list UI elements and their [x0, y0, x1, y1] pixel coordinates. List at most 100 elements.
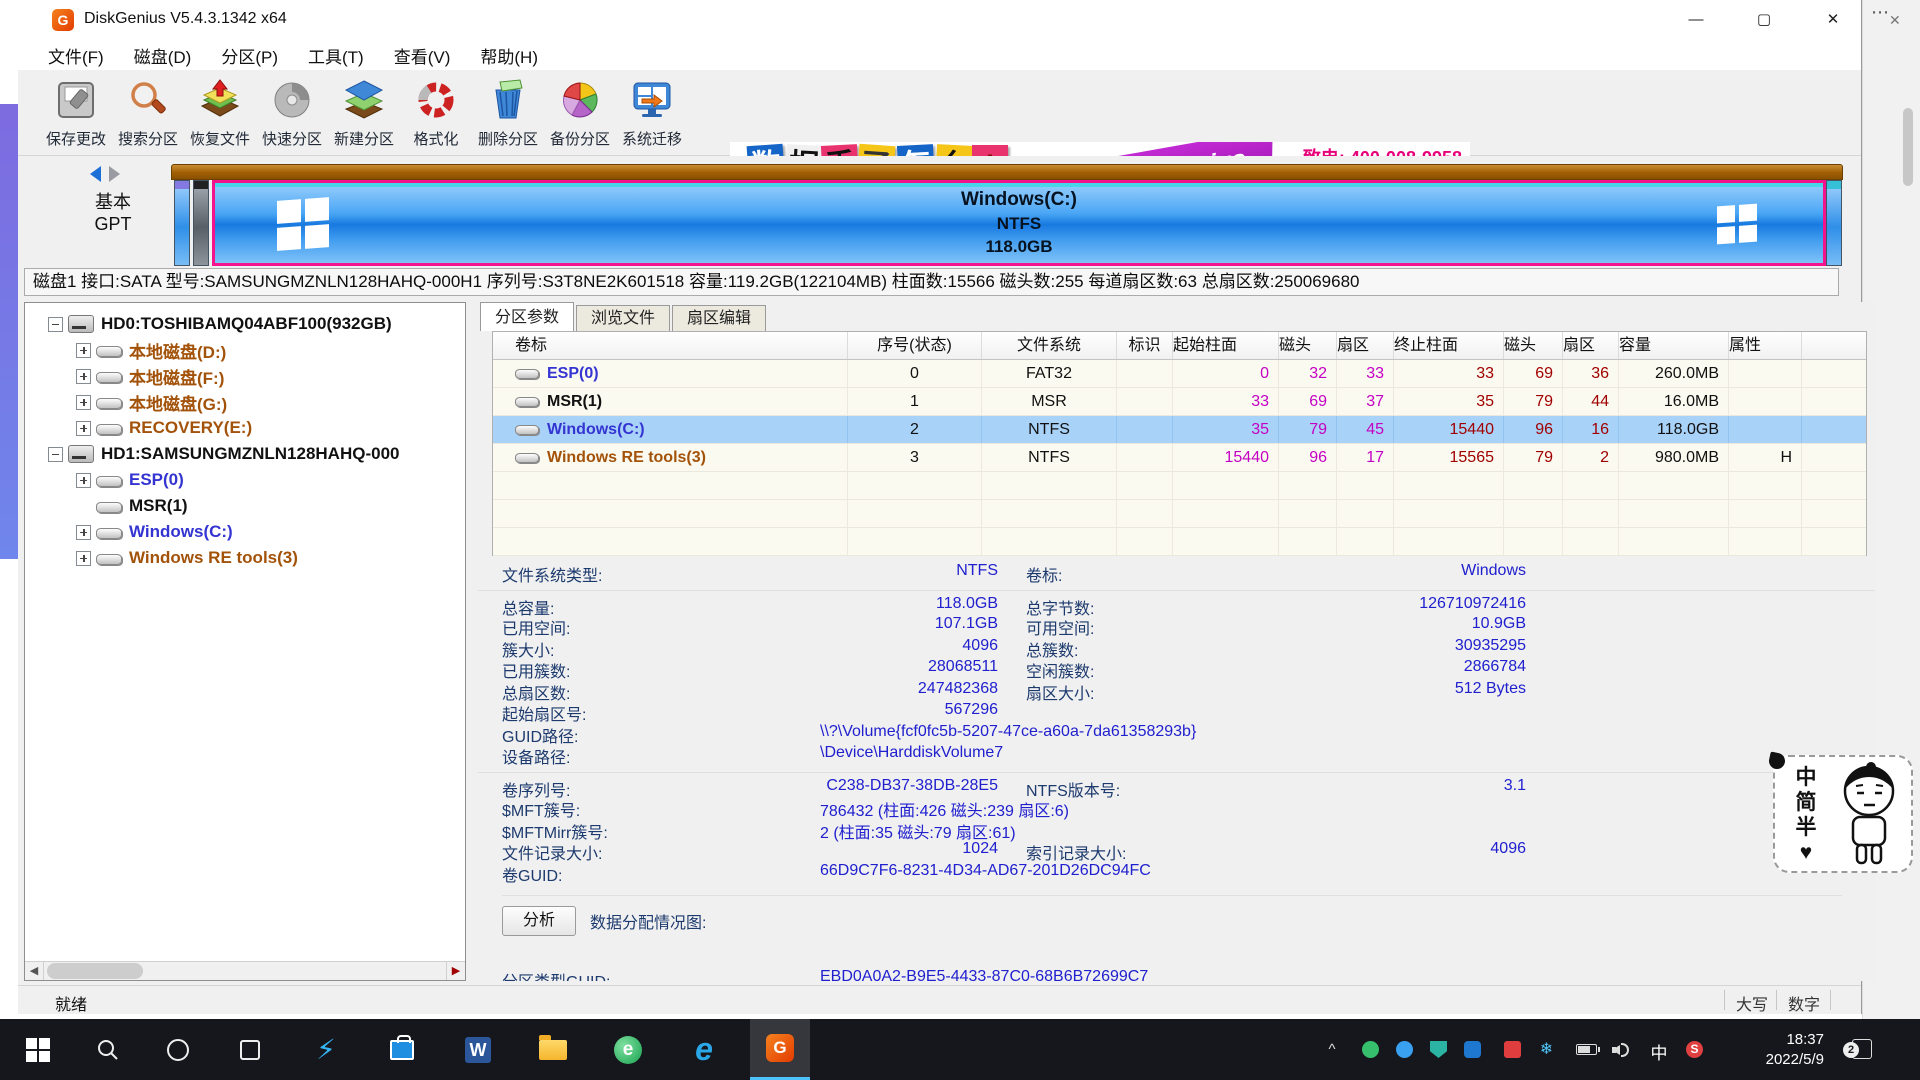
- tree-item[interactable]: Windows RE tools(3): [25, 545, 465, 571]
- tray-icon-sogou[interactable]: S: [1686, 1041, 1703, 1058]
- taskbar-clock[interactable]: 18:37 2022/5/9: [1726, 1030, 1824, 1070]
- tree-item[interactable]: ESP(0): [25, 467, 465, 493]
- format-button[interactable]: 格式化: [400, 70, 472, 154]
- scrollbar-thumb[interactable]: [47, 963, 143, 979]
- volume-icon[interactable]: [1612, 1040, 1632, 1060]
- scroll-left-arrow-icon[interactable]: ◀: [25, 962, 44, 980]
- system-migration-button[interactable]: 系统迁移: [616, 70, 688, 154]
- taskbar-app-file-explorer[interactable]: [523, 1019, 583, 1080]
- table-row[interactable]: Windows RE tools(3) 3 NTFS 15440 96 17 1…: [493, 444, 1866, 472]
- minimize-button[interactable]: —: [1668, 0, 1724, 40]
- tree-item[interactable]: Windows(C:): [25, 519, 465, 545]
- tab[interactable]: 分区参数: [480, 302, 574, 331]
- column-header[interactable]: 序号(状态): [848, 332, 982, 359]
- battery-icon[interactable]: [1576, 1044, 1597, 1055]
- partition-block-windows-c[interactable]: Windows(C:) NTFS 118.0GB: [212, 180, 1826, 266]
- table-row[interactable]: [493, 472, 1866, 500]
- tray-icon-qq[interactable]: [1464, 1041, 1481, 1058]
- taskbar-app-browser[interactable]: e: [598, 1019, 658, 1080]
- tray-icon-blue[interactable]: [1396, 1041, 1413, 1058]
- disk-band[interactable]: [171, 164, 1843, 180]
- tree-item[interactable]: 本地磁盘(G:): [25, 389, 465, 415]
- column-header[interactable]: 磁头: [1279, 332, 1337, 359]
- backup-partition-button[interactable]: 备份分区: [544, 70, 616, 154]
- table-row[interactable]: Windows(C:) 2 NTFS 35 79 45 15440 96 16 …: [493, 416, 1866, 444]
- taskbar-search-button[interactable]: [80, 1019, 136, 1080]
- expander-icon[interactable]: [48, 447, 63, 462]
- menu-item[interactable]: 帮助(H): [480, 43, 538, 68]
- tree-item[interactable]: HD1:SAMSUNGMZNLN128HAHQ-000: [25, 441, 465, 467]
- ime-indicator[interactable]: 中: [1648, 1039, 1670, 1056]
- expander-icon[interactable]: [76, 395, 91, 410]
- new-partition-button[interactable]: 新建分区: [328, 70, 400, 154]
- expander-icon[interactable]: [76, 421, 91, 436]
- tree-item[interactable]: 本地磁盘(D:): [25, 337, 465, 363]
- quick-partition-button[interactable]: 快速分区: [256, 70, 328, 154]
- partition-block-re-tools[interactable]: [1826, 180, 1842, 266]
- column-header[interactable]: 起始柱面: [1173, 332, 1279, 359]
- table-row[interactable]: MSR(1) 1 MSR 33 69 37 35 79 44 16.0MB: [493, 388, 1866, 416]
- menu-item[interactable]: 文件(F): [48, 43, 104, 68]
- prev-disk-arrow-icon[interactable]: [90, 166, 101, 182]
- menu-item[interactable]: 工具(T): [308, 43, 364, 68]
- column-header[interactable]: 标识: [1117, 332, 1173, 359]
- notification-center-button[interactable]: 2: [1852, 1039, 1872, 1059]
- tree-item[interactable]: MSR(1): [25, 493, 465, 519]
- next-disk-arrow-icon[interactable]: [109, 166, 120, 182]
- taskbar-app-diskgenius[interactable]: G: [750, 1019, 810, 1080]
- expander-icon[interactable]: [48, 317, 63, 332]
- scroll-right-arrow-icon[interactable]: ▶: [446, 962, 465, 980]
- partition-block-msr[interactable]: [193, 180, 209, 266]
- column-header[interactable]: 容量: [1619, 332, 1729, 359]
- hidden-icons-chevron[interactable]: ^: [1318, 1019, 1346, 1080]
- partition-block-esp[interactable]: [174, 180, 190, 266]
- tray-icon-shield[interactable]: [1430, 1041, 1447, 1058]
- column-header[interactable]: 扇区: [1337, 332, 1394, 359]
- expander-icon[interactable]: [76, 473, 91, 488]
- start-button[interactable]: [10, 1019, 66, 1080]
- recover-files-button[interactable]: 恢复文件: [184, 70, 256, 154]
- column-header[interactable]: 属性: [1729, 332, 1802, 359]
- attribute-cell: H: [1729, 444, 1802, 471]
- save-changes-button[interactable]: 保存更改: [40, 70, 112, 154]
- tree-horizontal-scrollbar[interactable]: ◀ ▶: [25, 961, 465, 980]
- taskbar-app-store[interactable]: [372, 1019, 432, 1080]
- menu-item[interactable]: 分区(P): [221, 43, 278, 68]
- expander-icon[interactable]: [76, 369, 91, 384]
- tray-icon-snowflake[interactable]: ❄: [1538, 1041, 1555, 1058]
- table-row[interactable]: [493, 500, 1866, 528]
- tray-icon-green[interactable]: [1362, 1041, 1379, 1058]
- search-partition-button[interactable]: 搜索分区: [112, 70, 184, 154]
- taskbar-app-lightning[interactable]: ⚡: [296, 1019, 356, 1080]
- task-view-button[interactable]: [222, 1019, 278, 1080]
- table-row[interactable]: [493, 528, 1866, 556]
- tab[interactable]: 浏览文件: [576, 305, 670, 331]
- column-header[interactable]: 终止柱面: [1394, 332, 1504, 359]
- taskbar-app-edge[interactable]: e: [674, 1019, 734, 1080]
- tab[interactable]: 扇区编辑: [672, 305, 766, 331]
- table-row[interactable]: ESP(0) 0 FAT32 0 32 33 33 69 36 260.0MB: [493, 360, 1866, 388]
- menu-item[interactable]: 查看(V): [394, 43, 451, 68]
- menu-bar: 文件(F) 磁盘(D) 分区(P) 工具(T) 查看(V) 帮助(H): [18, 40, 1861, 70]
- detail-value: 786432 (柱面:426 磁头:239 扇区:6): [820, 797, 1069, 821]
- seq-cell: 0: [848, 360, 982, 387]
- column-header[interactable]: 磁头: [1504, 332, 1563, 359]
- start-head-cell: [1279, 528, 1337, 555]
- column-header[interactable]: 扇区: [1563, 332, 1619, 359]
- close-button[interactable]: ✕: [1805, 0, 1861, 40]
- expander-icon[interactable]: [76, 525, 91, 540]
- tree-item[interactable]: RECOVERY(E:): [25, 415, 465, 441]
- analyze-button[interactable]: 分析: [502, 906, 576, 936]
- tray-icon-red[interactable]: [1504, 1041, 1521, 1058]
- expander-icon[interactable]: [76, 551, 91, 566]
- column-header[interactable]: 卷标: [493, 332, 848, 359]
- cortana-button[interactable]: [150, 1019, 206, 1080]
- tree-item[interactable]: HD0:TOSHIBAMQ04ABF100(932GB): [25, 311, 465, 337]
- taskbar-app-word[interactable]: W: [448, 1019, 508, 1080]
- maximize-button[interactable]: ▢: [1736, 0, 1792, 40]
- column-header[interactable]: 文件系统: [982, 332, 1117, 359]
- menu-item[interactable]: 磁盘(D): [134, 43, 192, 68]
- tree-item[interactable]: 本地磁盘(F:): [25, 363, 465, 389]
- delete-partition-button[interactable]: 删除分区: [472, 70, 544, 154]
- expander-icon[interactable]: [76, 343, 91, 358]
